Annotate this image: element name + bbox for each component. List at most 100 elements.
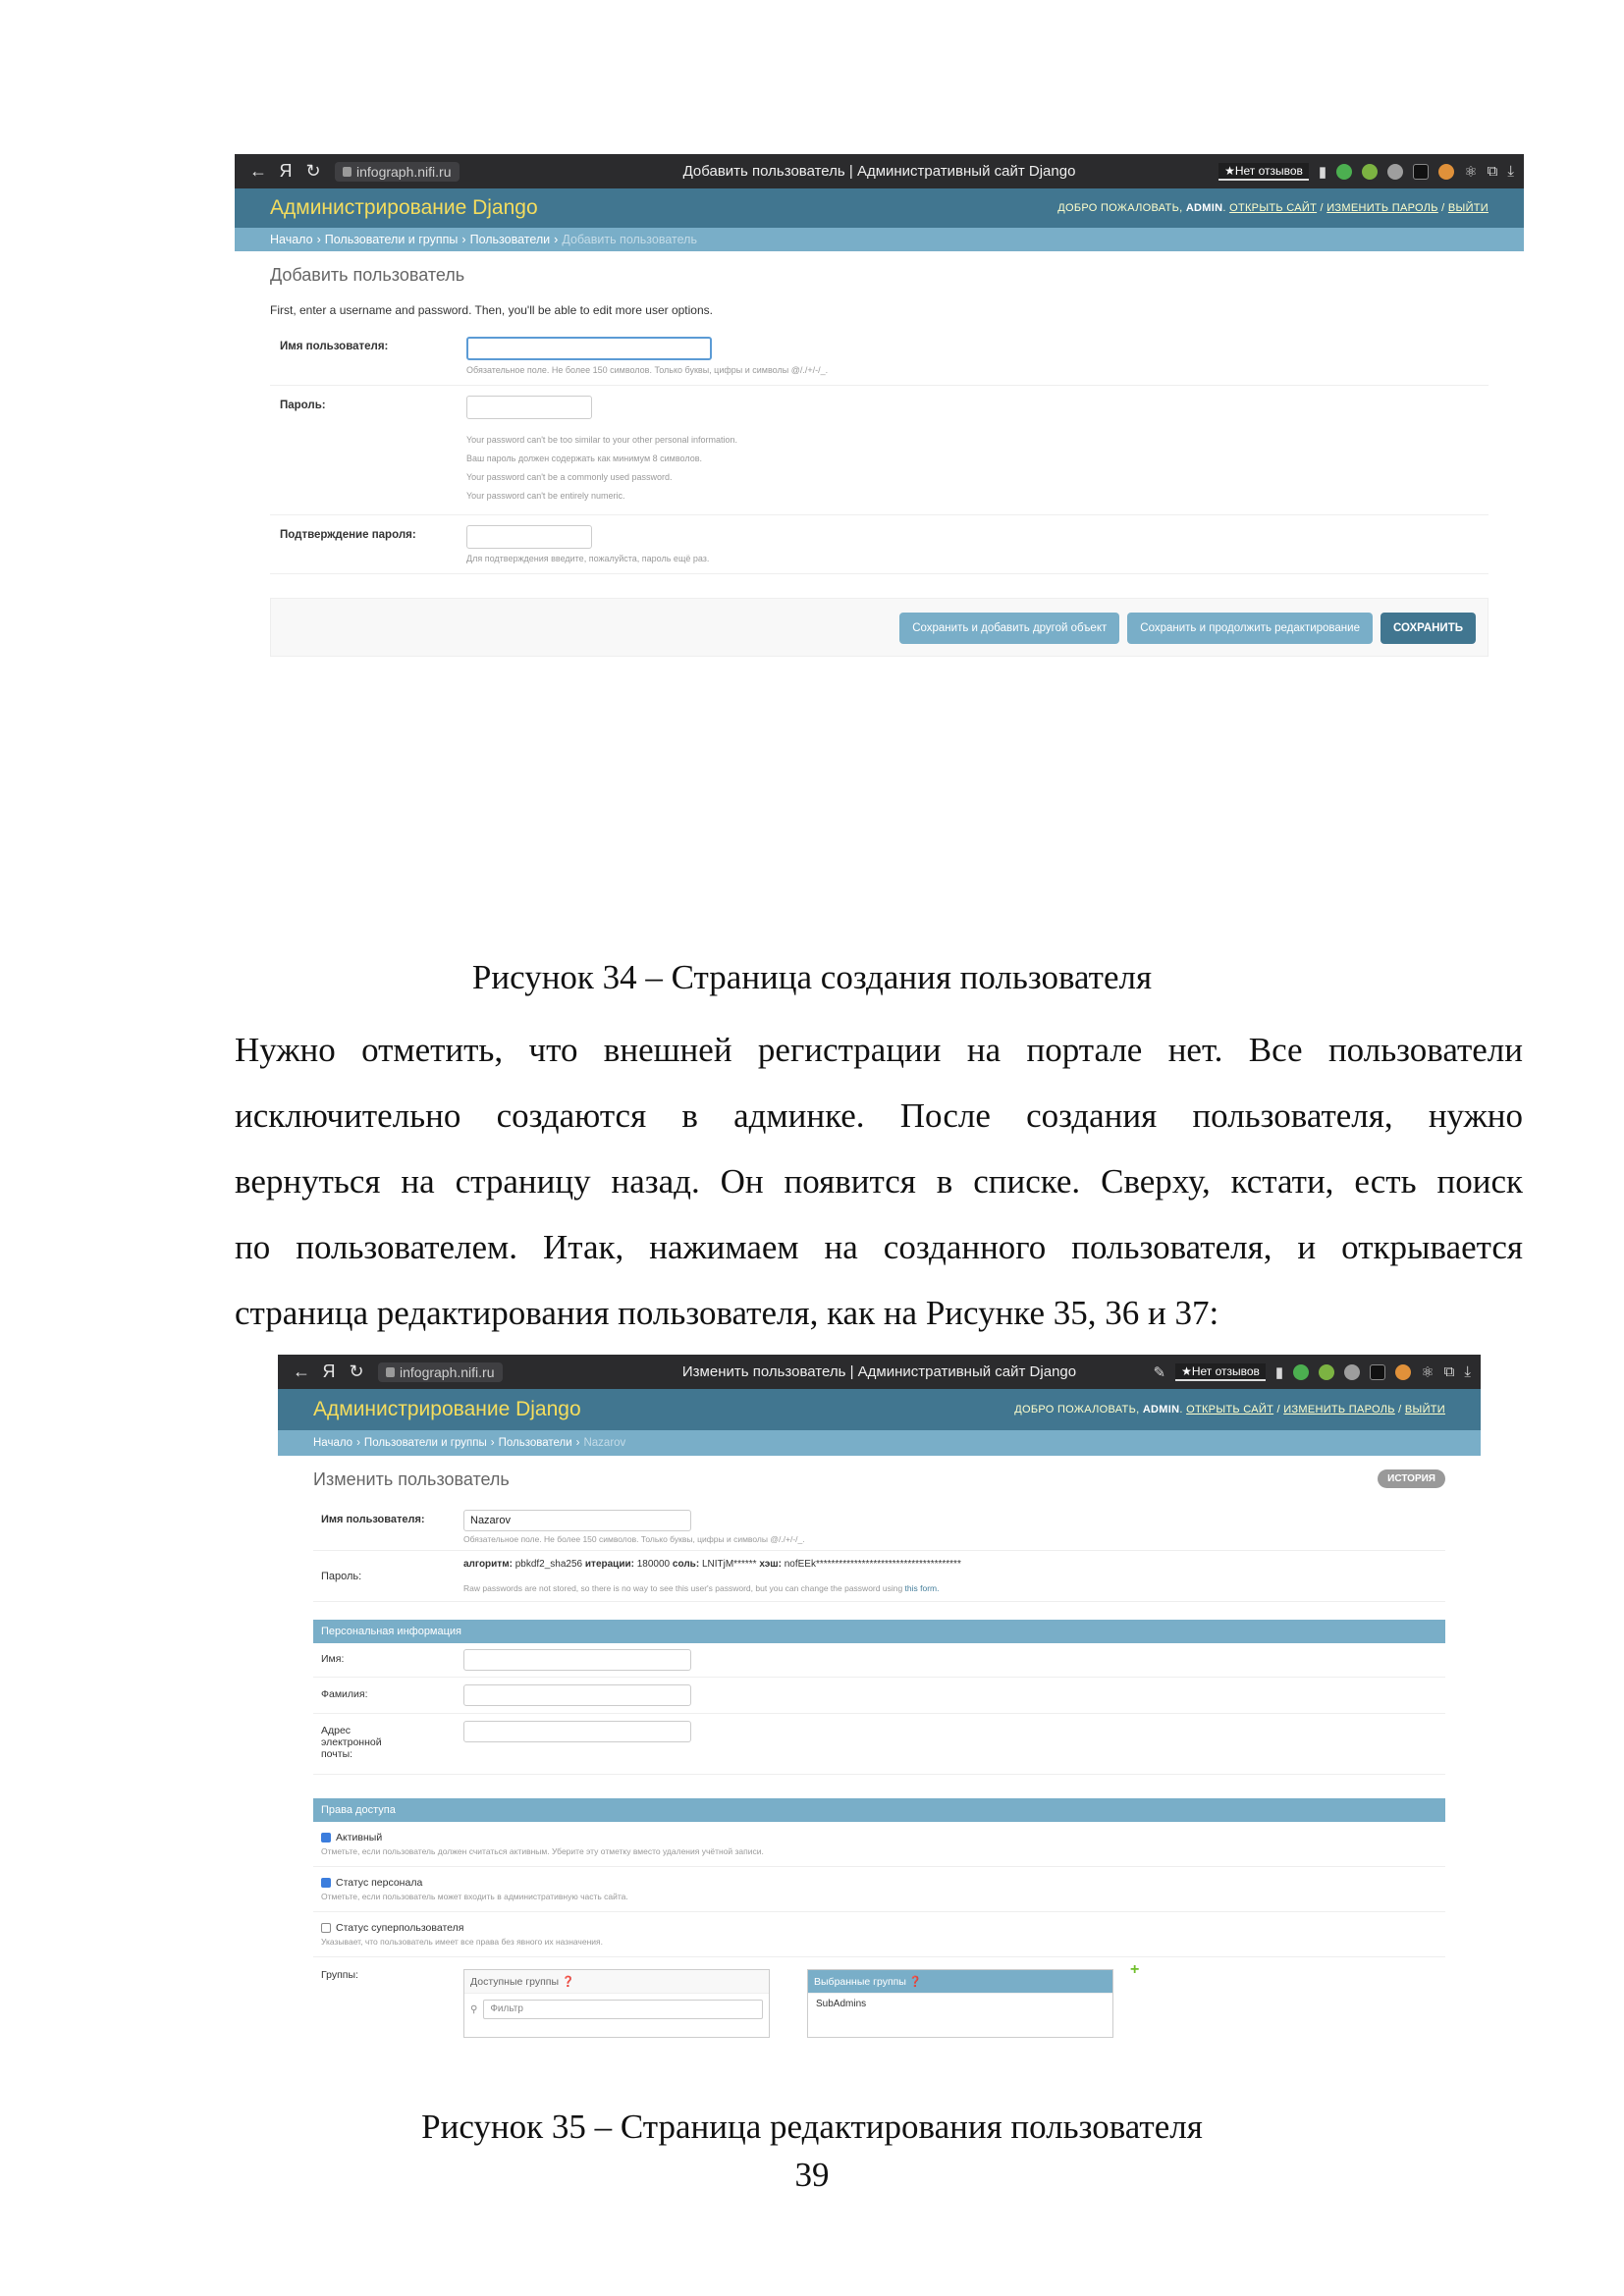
lock-icon [386, 1366, 395, 1377]
save-button[interactable]: СОХРАНИТЬ [1380, 613, 1476, 644]
history-button[interactable]: ИСТОРИЯ [1378, 1469, 1445, 1488]
star-icon: ★ [1181, 1363, 1192, 1378]
page-title: Добавить пользователь [270, 265, 465, 285]
welcome-text: ДОБРО ПОЖАЛОВАТЬ, [1014, 1404, 1140, 1415]
email-input[interactable] [463, 1721, 691, 1742]
personal-info-section-title: Персональная информация [313, 1620, 1445, 1643]
site-brand[interactable]: Администрирование Django [313, 1398, 581, 1421]
open-site-link[interactable]: ОТКРЫТЬ САЙТ [1229, 202, 1317, 214]
group-filter-input[interactable]: Фильтр [483, 2000, 763, 2019]
address-host: infograph.nifi.ru [400, 1363, 495, 1380]
add-group-icon[interactable]: + [1130, 1961, 1139, 1979]
help-icon[interactable]: ❓ [909, 1976, 922, 1988]
shield-extension-icon[interactable] [1293, 1363, 1310, 1380]
address-bar[interactable]: infograph.nifi.ru [378, 1362, 503, 1382]
intro-text: First, enter a username and password. Th… [270, 303, 713, 317]
download-icon[interactable]: ⤓ [1464, 1363, 1471, 1380]
user-tools: ДОБРО ПОЖАЛОВАТЬ, ADMIN. ОТКРЫТЬ САЙТ / … [1057, 202, 1489, 214]
reviews-label: Нет отзывов [1234, 163, 1303, 178]
active-help: Отметьте, если пользователь должен счита… [321, 1846, 764, 1856]
react-icon[interactable]: ⚛ [1421, 1363, 1434, 1381]
back-icon[interactable]: ← [288, 1362, 315, 1382]
superuser-label: Статус суперпользователя [336, 1922, 464, 1934]
breadcrumb-model[interactable]: Пользователи [470, 233, 551, 246]
password-confirm-input[interactable] [466, 525, 592, 549]
breadcrumb-app[interactable]: Пользователи и группы [325, 233, 459, 246]
translate-icon[interactable]: ⧉ [1444, 1363, 1455, 1380]
address-bar[interactable]: infograph.nifi.ru [335, 161, 460, 182]
help-icon[interactable]: ❓ [562, 1976, 574, 1988]
change-password-form-link[interactable]: this form. [905, 1583, 940, 1593]
hash-label: хэш: [759, 1559, 782, 1570]
download-extension-icon[interactable] [1319, 1363, 1335, 1380]
chosen-group-item[interactable]: SubAdmins [808, 1994, 1112, 2014]
bookmark-icon[interactable]: ▮ [1319, 163, 1326, 181]
logout-link[interactable]: ВЫЙТИ [1448, 202, 1489, 214]
username-input[interactable]: Nazarov [463, 1510, 691, 1531]
algorithm-value: pbkdf2_sha256 [514, 1559, 583, 1570]
username-row: Имя пользователя: Обязательное поле. Не … [270, 327, 1489, 386]
username-row: Имя пользователя: Nazarov Обязательное п… [313, 1504, 1445, 1551]
paragraph-line: вернуться на страницу назад. Он появится… [235, 1162, 1523, 1201]
breadcrumb: Начало › Пользователи и группы › Пользов… [278, 1430, 1481, 1456]
iterations-value: 180000 [636, 1559, 671, 1570]
reviews-badge[interactable]: ★Нет отзывов [1218, 162, 1309, 181]
password-confirm-row: Подтверждение пароля: Для подтверждения … [270, 515, 1489, 574]
last-name-input[interactable] [463, 1684, 691, 1706]
site-brand[interactable]: Администрирование Django [270, 196, 538, 220]
password-label: Пароль: [280, 400, 326, 411]
permissions-section-title: Права доступа [313, 1798, 1445, 1822]
staff-row: Статус персонала Отметьте, если пользова… [313, 1867, 1445, 1912]
back-icon[interactable]: ← [244, 161, 272, 182]
active-checkbox[interactable] [321, 1833, 331, 1842]
yandex-icon[interactable]: Я [315, 1362, 343, 1382]
breadcrumb-separator: › [356, 1437, 360, 1449]
glasses-extension-icon[interactable] [1413, 163, 1430, 180]
reload-icon[interactable]: ↻ [299, 161, 327, 182]
superuser-checkbox[interactable] [321, 1923, 331, 1933]
save-and-continue-button[interactable]: Сохранить и продолжить редактирование [1127, 613, 1373, 644]
browser-toolbar: ← Я ↻ infograph.nifi.ru Добавить пользов… [235, 154, 1524, 188]
pen-icon[interactable]: ✎ [1153, 1363, 1165, 1381]
reload-icon[interactable]: ↻ [343, 1362, 370, 1382]
breadcrumb-separator: › [575, 1437, 580, 1449]
superuser-help: Указывает, что пользователь имеет все пр… [321, 1937, 603, 1947]
bookmark-icon[interactable]: ▮ [1275, 1363, 1283, 1381]
breadcrumb-app[interactable]: Пользователи и группы [364, 1437, 487, 1449]
password-help-line: Ваш пароль должен содержать как минимум … [466, 454, 702, 463]
password-input[interactable] [466, 396, 592, 419]
email-label: Адрес электронной почты: [321, 1725, 382, 1760]
iterations-label: итерации: [584, 1559, 634, 1570]
open-site-link[interactable]: ОТКРЫТЬ САЙТ [1186, 1404, 1273, 1415]
password-help-line: Your password can't be entirely numeric. [466, 491, 625, 501]
shield-extension-icon[interactable] [1336, 163, 1353, 180]
first-name-input[interactable] [463, 1649, 691, 1671]
globe-icon[interactable] [1344, 1363, 1361, 1380]
search-icon: ⚲ [470, 2003, 478, 2015]
welcome-text: ДОБРО ПОЖАЛОВАТЬ, [1057, 202, 1183, 214]
save-and-add-another-button[interactable]: Сохранить и добавить другой объект [899, 613, 1120, 644]
download-icon[interactable]: ⤓ [1507, 163, 1514, 180]
yandex-icon[interactable]: Я [272, 161, 299, 182]
last-name-label: Фамилия: [321, 1688, 368, 1700]
reviews-badge[interactable]: ★Нет отзывов [1175, 1362, 1266, 1381]
download-extension-icon[interactable] [1362, 163, 1379, 180]
breadcrumb-model[interactable]: Пользователи [499, 1437, 572, 1449]
change-password-link[interactable]: ИЗМЕНИТЬ ПАРОЛЬ [1283, 1404, 1395, 1415]
username-input[interactable] [466, 337, 712, 360]
cookie-icon[interactable] [1438, 163, 1455, 180]
change-password-link[interactable]: ИЗМЕНИТЬ ПАРОЛЬ [1326, 202, 1438, 214]
separator: / [1276, 1404, 1280, 1415]
translate-icon[interactable]: ⧉ [1488, 163, 1498, 180]
globe-icon[interactable] [1387, 163, 1404, 180]
submit-row: Сохранить и добавить другой объект Сохра… [270, 598, 1489, 657]
react-icon[interactable]: ⚛ [1464, 163, 1477, 181]
glasses-extension-icon[interactable] [1370, 1363, 1386, 1380]
breadcrumb-current: Добавить пользователь [562, 233, 697, 246]
breadcrumb-home[interactable]: Начало [270, 233, 313, 246]
hash-value: nofEEk**********************************… [784, 1559, 961, 1570]
cookie-icon[interactable] [1395, 1363, 1412, 1380]
breadcrumb-home[interactable]: Начало [313, 1437, 352, 1449]
logout-link[interactable]: ВЫЙТИ [1405, 1404, 1445, 1415]
staff-checkbox[interactable] [321, 1878, 331, 1888]
